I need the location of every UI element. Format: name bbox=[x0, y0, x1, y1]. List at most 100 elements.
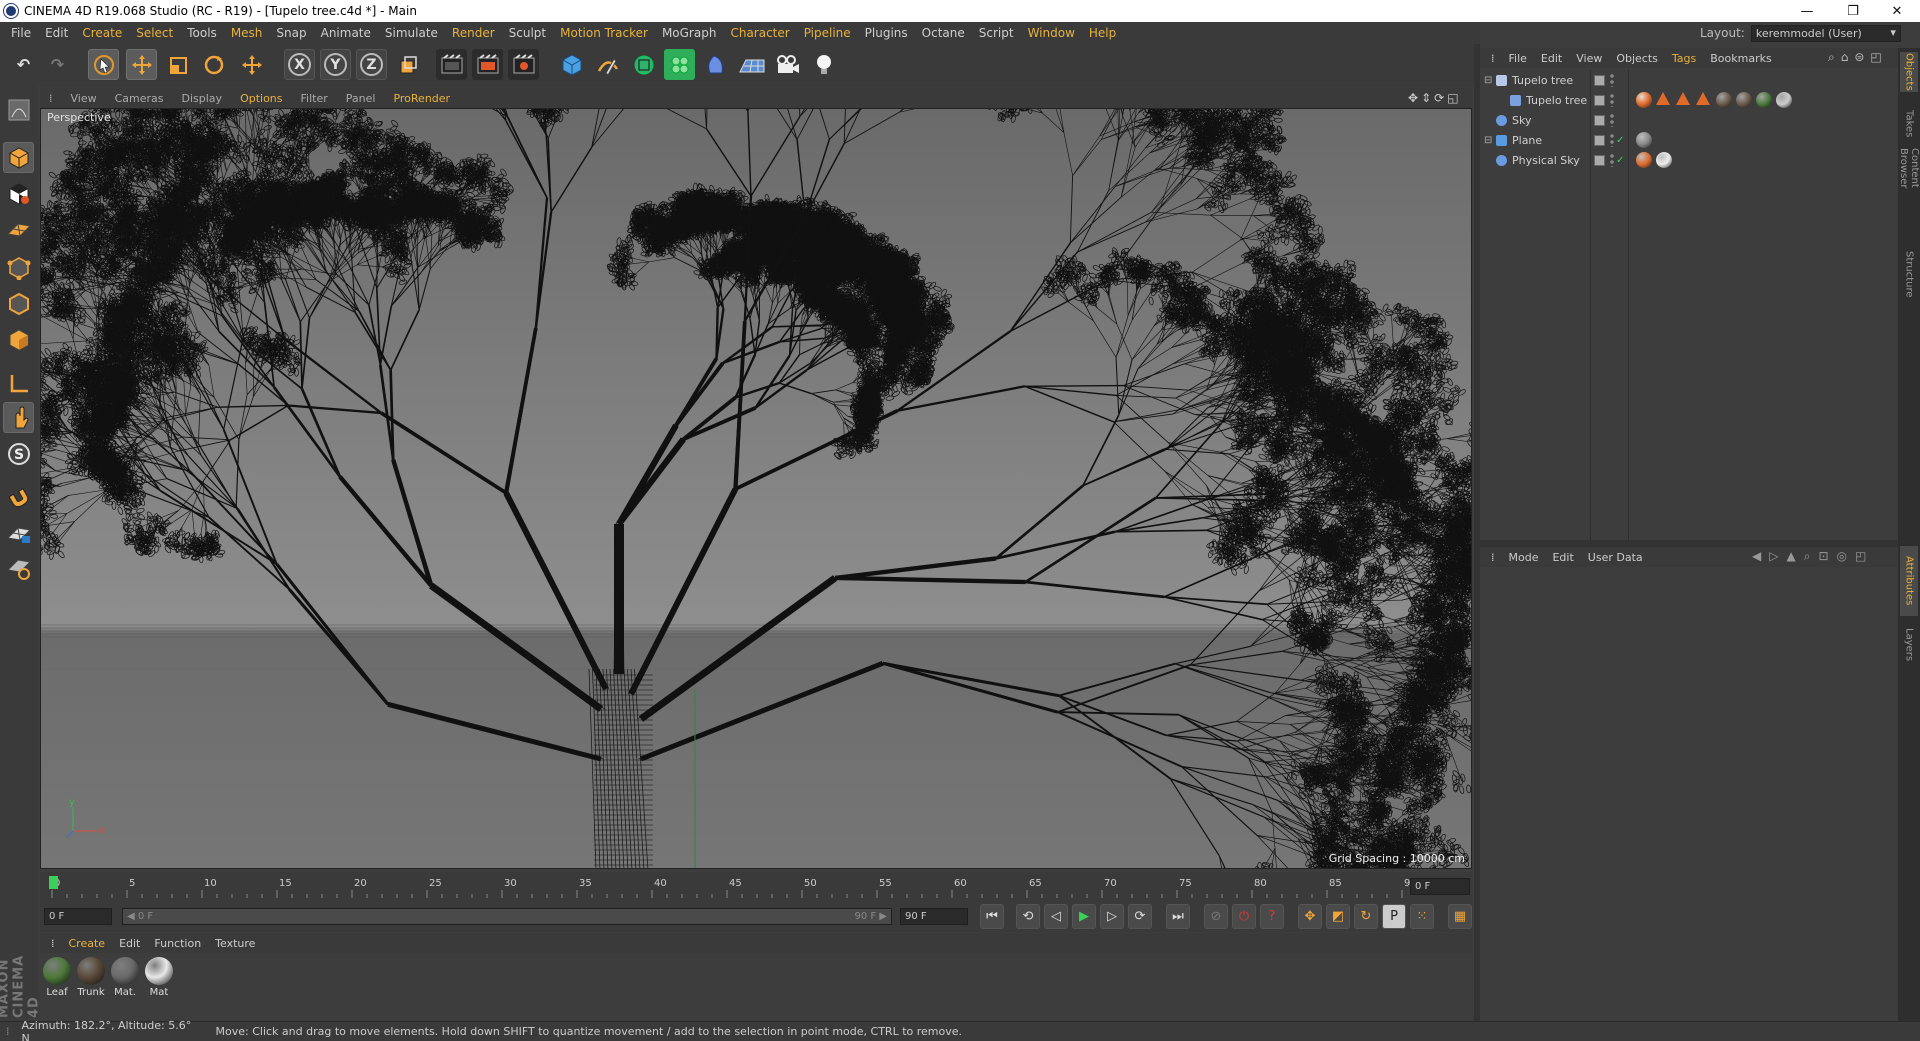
new-view-icon[interactable]: ◰ bbox=[1870, 50, 1881, 65]
menu-file[interactable]: File bbox=[4, 26, 38, 40]
tweak-mode-icon[interactable] bbox=[3, 402, 34, 433]
material-menu-edit[interactable]: Edit bbox=[112, 937, 147, 950]
menu-animate[interactable]: Animate bbox=[314, 26, 378, 40]
up-icon[interactable]: ▲ bbox=[1786, 549, 1795, 564]
record-active-objects-button[interactable]: ⊘ bbox=[1204, 904, 1228, 929]
go-to-end-button[interactable]: ⏭ bbox=[1166, 904, 1190, 929]
menu-mograph[interactable]: MoGraph bbox=[655, 26, 724, 40]
texture-mode-icon[interactable] bbox=[3, 178, 34, 209]
object-row[interactable]: Physical Sky ✓ bbox=[1480, 150, 1898, 170]
go-to-next-frame-button[interactable]: ▷ bbox=[1100, 904, 1124, 929]
close-button[interactable]: ✕ bbox=[1874, 0, 1920, 22]
material-menu-create[interactable]: Create bbox=[62, 937, 113, 950]
material-menu-function[interactable]: Function bbox=[147, 937, 208, 950]
keyframe-selection-button[interactable]: ? bbox=[1260, 904, 1284, 929]
record-parameter-button[interactable]: P bbox=[1382, 904, 1406, 929]
pan-icon[interactable]: ✥ bbox=[1408, 91, 1418, 105]
x-axis-icon[interactable]: X bbox=[284, 49, 315, 80]
autokeying-button[interactable]: ⏻ bbox=[1232, 904, 1256, 929]
menu-sculpt[interactable]: Sculpt bbox=[502, 26, 553, 40]
orbit-icon[interactable]: ⟳ bbox=[1434, 91, 1444, 105]
undo-icon[interactable]: ↶ bbox=[8, 49, 39, 80]
viewport-menu-panel[interactable]: Panel bbox=[337, 92, 385, 105]
menu-snap[interactable]: Snap bbox=[269, 26, 313, 40]
expand-toggle-icon[interactable]: ⊟ bbox=[1484, 135, 1492, 146]
object-row[interactable]: ⊟ Tupelo tree bbox=[1480, 70, 1898, 90]
tab-attributes[interactable]: Attributes bbox=[1900, 546, 1918, 616]
maximize-view-icon[interactable]: ◱ bbox=[1447, 91, 1458, 105]
texture-tag-icon[interactable] bbox=[1756, 92, 1772, 108]
menu-script[interactable]: Script bbox=[972, 26, 1021, 40]
attribute-menu-user-data[interactable]: User Data bbox=[1581, 551, 1650, 564]
workplane-mode-icon[interactable] bbox=[3, 214, 34, 245]
material-thumbnail[interactable]: Mat. bbox=[110, 957, 140, 998]
object-menu-file[interactable]: File bbox=[1502, 52, 1534, 65]
go-to-previous-frame-button[interactable]: ◁ bbox=[1044, 904, 1068, 929]
menu-render[interactable]: Render bbox=[445, 26, 502, 40]
planar-workplane-icon[interactable] bbox=[3, 552, 34, 583]
render-editor-dots-icon[interactable] bbox=[1610, 133, 1614, 147]
render-editor-dots-icon[interactable] bbox=[1610, 73, 1614, 87]
viewport-menu-filter[interactable]: Filter bbox=[292, 92, 337, 105]
home-icon[interactable]: ⌂ bbox=[1841, 50, 1849, 65]
cube-icon[interactable] bbox=[556, 49, 587, 80]
texture-tag-icon[interactable] bbox=[1736, 92, 1752, 108]
object-menu-view[interactable]: View bbox=[1569, 52, 1609, 65]
polygons-mode-icon[interactable] bbox=[3, 324, 34, 355]
timeline-ruler[interactable]: 051015202530354045505560657075808590 0 F bbox=[40, 872, 1472, 902]
viewport-menu-options[interactable]: Options bbox=[231, 92, 291, 105]
visibility-toggle[interactable] bbox=[1594, 115, 1605, 126]
tab-objects[interactable]: Objects bbox=[1900, 52, 1918, 92]
phong-tag-icon[interactable] bbox=[1776, 92, 1792, 108]
expand-icon[interactable]: ◰ bbox=[1855, 549, 1866, 564]
menu-octane[interactable]: Octane bbox=[915, 26, 972, 40]
tab-layers[interactable]: Layers bbox=[1900, 620, 1918, 670]
enabled-check-icon[interactable]: ✓ bbox=[1616, 135, 1624, 146]
render-editor-dots-icon[interactable] bbox=[1610, 113, 1614, 127]
render-view-icon[interactable] bbox=[436, 49, 467, 80]
go-to-previous-key-button[interactable]: ⟲ bbox=[1016, 904, 1040, 929]
object-row[interactable]: Sky bbox=[1480, 110, 1898, 130]
preview-range-slider[interactable]: ◀ 0 F 90 F ▶ bbox=[122, 908, 892, 925]
make-editable-icon[interactable] bbox=[3, 94, 34, 125]
model-mode-icon[interactable] bbox=[3, 142, 34, 173]
tab-content-browser[interactable]: Content Browser bbox=[1900, 148, 1918, 228]
minimize-button[interactable]: — bbox=[1784, 0, 1830, 22]
viewport-menu-cameras[interactable]: Cameras bbox=[106, 92, 173, 105]
axis-mode-icon[interactable] bbox=[3, 368, 34, 399]
viewport-menu-prorender[interactable]: ProRender bbox=[384, 92, 459, 105]
current-frame-field[interactable]: 0 F bbox=[1410, 878, 1470, 895]
material-thumbnail[interactable]: Leaf bbox=[42, 957, 72, 998]
menu-mesh[interactable]: Mesh bbox=[224, 26, 270, 40]
visibility-toggle[interactable] bbox=[1594, 95, 1605, 106]
play-forwards-button[interactable]: ▶ bbox=[1072, 904, 1096, 929]
visibility-toggle[interactable] bbox=[1594, 135, 1605, 146]
enable-snap-icon[interactable] bbox=[3, 482, 34, 513]
enabled-check-icon[interactable]: ✓ bbox=[1616, 155, 1624, 166]
subdivision-icon[interactable] bbox=[628, 49, 659, 80]
current-frame-marker[interactable] bbox=[49, 876, 58, 889]
polygon-selection-tag-icon[interactable] bbox=[1636, 152, 1652, 168]
y-axis-icon[interactable]: Y bbox=[320, 49, 351, 80]
dolly-icon[interactable]: ⇕ bbox=[1421, 91, 1431, 105]
tab-structure[interactable]: Structure bbox=[1900, 244, 1918, 304]
object-menu-tags[interactable]: Tags bbox=[1665, 52, 1703, 65]
render-editor-dots-icon[interactable] bbox=[1610, 93, 1614, 107]
triangle-tag-icon[interactable] bbox=[1676, 92, 1690, 105]
go-to-next-key-button[interactable]: ⟳ bbox=[1128, 904, 1152, 929]
restore-button[interactable]: ❐ bbox=[1830, 0, 1876, 22]
menu-create[interactable]: Create bbox=[75, 26, 129, 40]
deformer-icon[interactable] bbox=[700, 49, 731, 80]
light-icon[interactable] bbox=[808, 49, 839, 80]
layout-dropdown[interactable]: keremmodel (User) bbox=[1751, 25, 1901, 42]
polygon-selection-tag-icon[interactable] bbox=[1636, 92, 1652, 108]
redo-icon[interactable]: ↷ bbox=[42, 49, 73, 80]
object-row[interactable]: ⊟ Plane ✓ bbox=[1480, 130, 1898, 150]
menu-tools[interactable]: Tools bbox=[180, 26, 224, 40]
menu-simulate[interactable]: Simulate bbox=[378, 26, 445, 40]
render-picture-viewer-icon[interactable] bbox=[472, 49, 503, 80]
object-name[interactable]: Tupelo tree bbox=[1512, 74, 1573, 87]
object-menu-bookmarks[interactable]: Bookmarks bbox=[1703, 52, 1778, 65]
record-scale-button[interactable]: ◩ bbox=[1326, 904, 1350, 929]
triangle-tag-icon[interactable] bbox=[1696, 92, 1710, 105]
